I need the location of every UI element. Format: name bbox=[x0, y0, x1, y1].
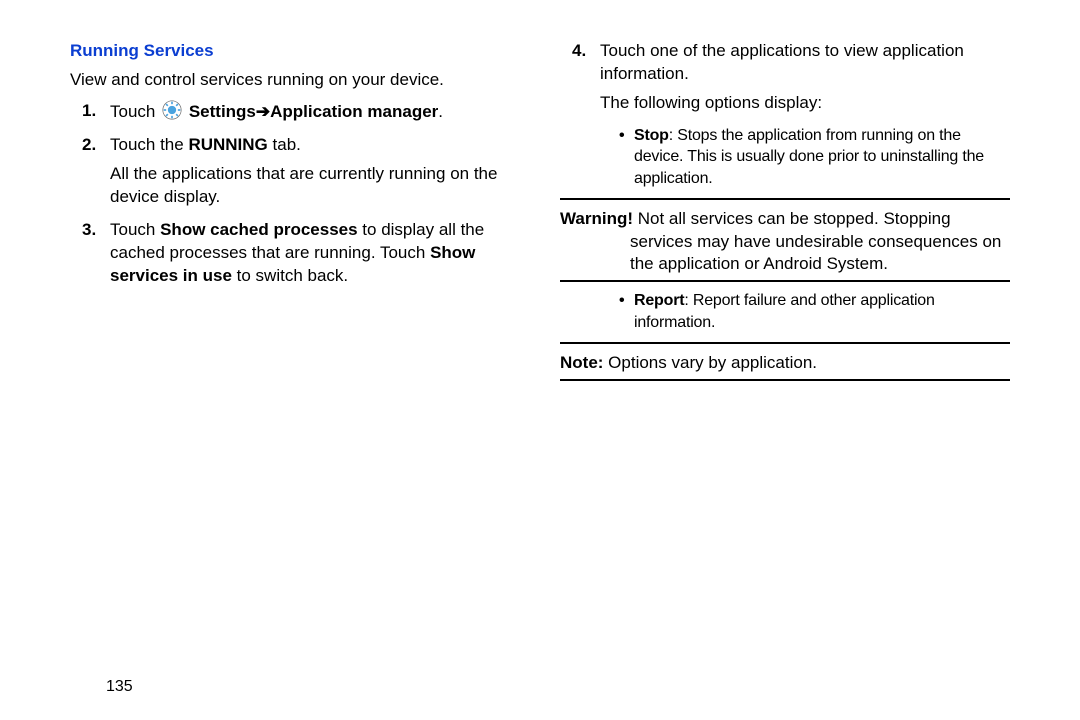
step3-prefix: Touch bbox=[110, 220, 160, 239]
warning-box: Warning! Not all services can be stopped… bbox=[560, 208, 1010, 277]
settings-icon bbox=[162, 100, 182, 120]
manual-page: Running Services View and control servic… bbox=[0, 0, 1080, 720]
note-box: Note: Options vary by application. bbox=[560, 352, 1010, 375]
note-text: Options vary by application. bbox=[603, 353, 817, 372]
step3-show-cached: Show cached processes bbox=[160, 220, 357, 239]
warning-label: Warning! bbox=[560, 209, 633, 228]
step1-prefix: Touch bbox=[110, 102, 160, 121]
divider bbox=[560, 280, 1010, 282]
arrow-icon: ➔ bbox=[256, 101, 270, 124]
step3-suffix: to switch back. bbox=[232, 266, 348, 285]
option-report-label: Report bbox=[634, 292, 684, 309]
option-stop-text: : Stops the application from running on … bbox=[634, 127, 984, 187]
step2-running: RUNNING bbox=[188, 135, 267, 154]
section-heading: Running Services bbox=[70, 40, 520, 63]
step-3: Touch Show cached processes to display a… bbox=[110, 219, 520, 288]
step2-prefix: Touch the bbox=[110, 135, 188, 154]
right-column: Touch one of the applications to view ap… bbox=[540, 40, 1050, 700]
options-bullets-1: Stop: Stops the application from running… bbox=[600, 125, 1010, 190]
option-report: Report: Report failure and other applica… bbox=[634, 290, 1010, 333]
step-2: Touch the RUNNING tab. All the applicati… bbox=[110, 134, 520, 209]
option-stop: Stop: Stops the application from running… bbox=[634, 125, 1010, 190]
step-4: Touch one of the applications to view ap… bbox=[600, 40, 1010, 115]
warning-text: Not all services can be stopped. Stoppin… bbox=[630, 209, 1001, 274]
step4-line2: The following options display: bbox=[600, 92, 1010, 115]
option-stop-label: Stop bbox=[634, 127, 669, 144]
intro-text: View and control services running on you… bbox=[70, 69, 520, 92]
step2-sub: All the applications that are currently … bbox=[110, 163, 520, 209]
note-label: Note: bbox=[560, 353, 603, 372]
step-1: Touch bbox=[110, 100, 520, 124]
step1-appmgr: Application manager bbox=[270, 102, 438, 121]
page-number: 135 bbox=[106, 676, 133, 698]
step2-suffix: tab. bbox=[268, 135, 301, 154]
divider bbox=[560, 342, 1010, 344]
steps-list-cont: Touch one of the applications to view ap… bbox=[560, 40, 1010, 115]
step1-settings: Settings bbox=[189, 102, 256, 121]
step1-period: . bbox=[438, 102, 443, 121]
divider bbox=[560, 198, 1010, 200]
divider bbox=[560, 379, 1010, 381]
step4-line1: Touch one of the applications to view ap… bbox=[600, 41, 964, 83]
steps-list: Touch bbox=[70, 100, 520, 288]
left-column: Running Services View and control servic… bbox=[30, 40, 540, 700]
options-bullets-2: Report: Report failure and other applica… bbox=[600, 290, 1010, 333]
